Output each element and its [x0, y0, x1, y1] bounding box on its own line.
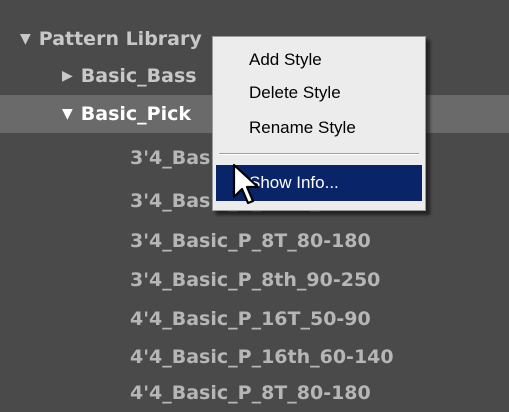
tree-leaf-label: 3'4_Basic_P_8T_80-180: [130, 230, 371, 252]
tree-leaf-label: 3'4_Basic_P_8th_90-250: [130, 269, 381, 291]
menu-item-delete-style[interactable]: Delete Style: [216, 78, 422, 108]
tree-leaf[interactable]: 4'4_Basic_P_16T_50-90: [0, 300, 509, 338]
mouse-pointer-icon: [232, 163, 260, 205]
tree-item-label: Basic_Pick: [80, 103, 192, 125]
tree-leaf[interactable]: 3'4_Basic_P_8T_80-180: [0, 222, 509, 260]
triangle-down-icon[interactable]: ▼: [62, 95, 73, 133]
triangle-down-icon[interactable]: ▼: [20, 20, 31, 58]
tree-leaf[interactable]: 4'4_Basic_P_8T_80-180: [0, 374, 509, 412]
menu-item-rename-style[interactable]: Rename Style: [216, 113, 422, 143]
tree-item-label: Pattern Library: [38, 28, 202, 50]
menu-item-add-style[interactable]: Add Style: [216, 45, 422, 75]
menu-separator: [219, 153, 419, 155]
tree-leaf-label: 4'4_Basic_P_8T_80-180: [130, 382, 371, 404]
tree-leaf[interactable]: 4'4_Basic_P_16th_60-140: [0, 338, 509, 376]
tree-leaf-label: 4'4_Basic_P_16T_50-90: [130, 308, 371, 330]
tree-leaf-label: 4'4_Basic_P_16th_60-140: [130, 346, 394, 368]
tree-leaf[interactable]: 3'4_Basic_P_8th_90-250: [0, 261, 509, 299]
tree-item-label: Basic_Bass: [80, 65, 197, 87]
triangle-right-icon[interactable]: ▶: [62, 57, 73, 95]
